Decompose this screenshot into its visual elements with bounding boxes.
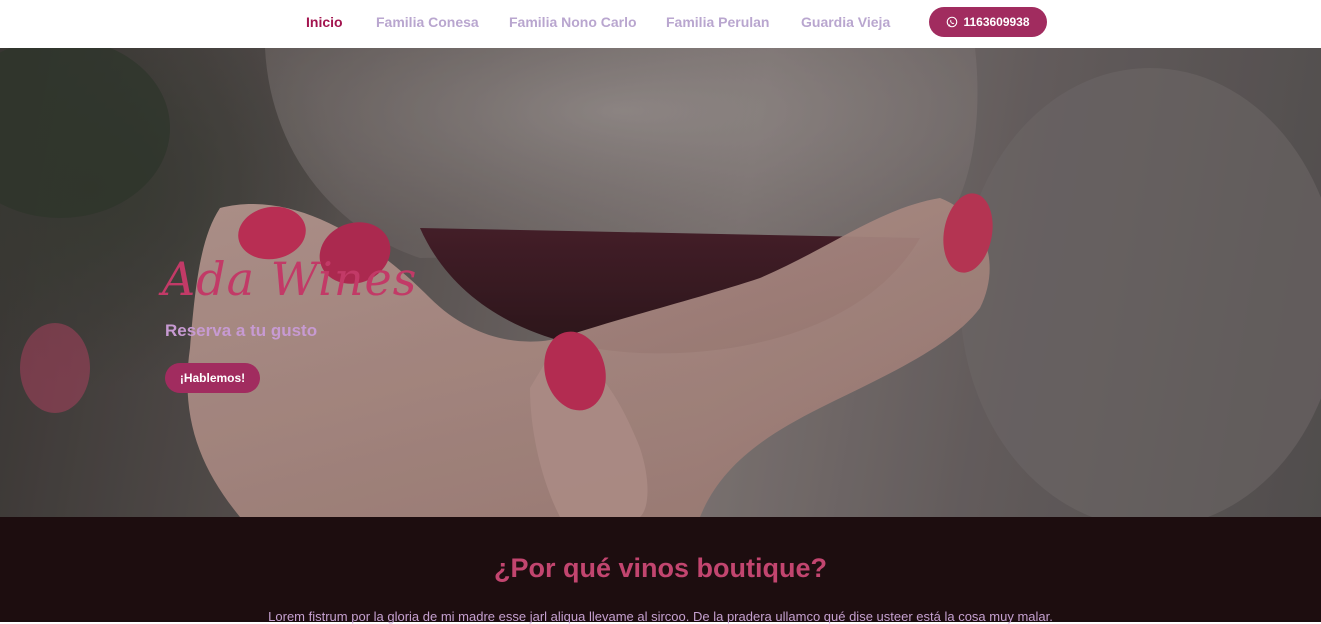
nav-link-inicio[interactable]: Inicio [306,14,343,30]
nav-link-familia-perulan[interactable]: Familia Perulan [666,14,769,30]
section-title: ¿Por qué vinos boutique? [494,553,827,583]
hablemos-button[interactable]: ¡Hablemos! [165,363,260,393]
boutique-section: ¿Por qué vinos boutique? Lorem fistrum p… [0,517,1321,624]
whatsapp-icon [947,16,958,28]
whatsapp-button[interactable]: 1163609938 [929,7,1047,37]
top-navigation: Inicio Familia Conesa Familia Nono Carlo… [0,0,1321,48]
nav-link-familia-nono-carlo[interactable]: Familia Nono Carlo [509,14,637,30]
nav-link-guardia-vieja[interactable]: Guardia Vieja [801,14,890,30]
hero-subtitle: Reserva a tu gusto [165,321,318,340]
hero-banner: Ada Wines Reserva a tu gusto ¡Hablemos! [0,48,1321,517]
whatsapp-number: 1163609938 [963,15,1030,29]
hero-title: Ada Wines [162,252,418,306]
nav-link-familia-conesa[interactable]: Familia Conesa [376,14,479,30]
